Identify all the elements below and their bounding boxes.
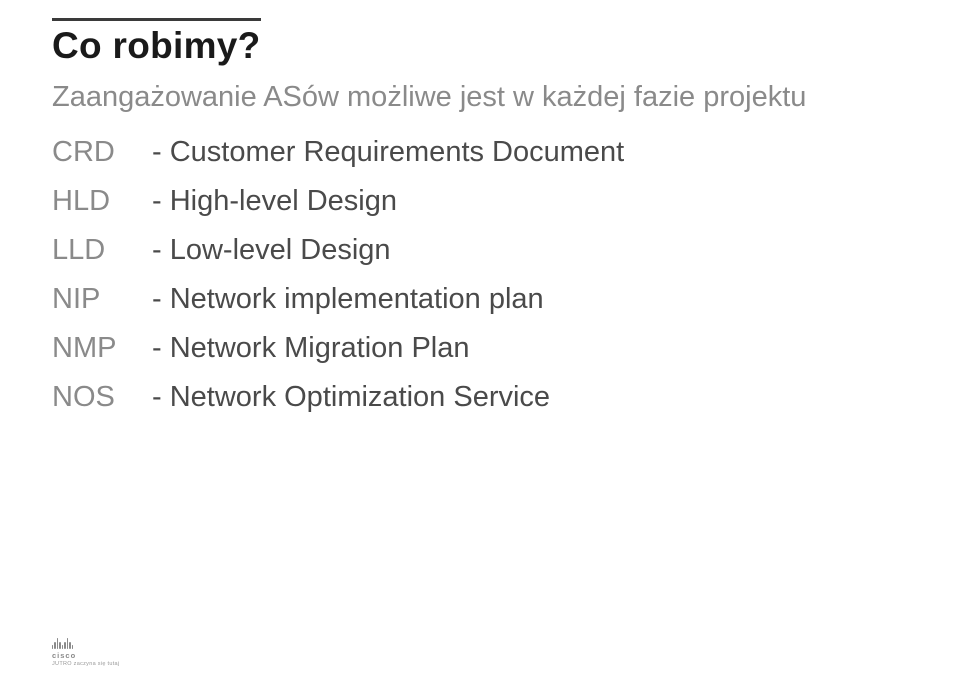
abbr-description: - Network implementation plan <box>152 283 544 316</box>
abbr-description: - High-level Design <box>152 185 397 218</box>
cisco-bridge-icon <box>52 637 73 649</box>
slide-subtitle: Zaangażowanie ASów możliwe jest w każdej… <box>52 81 908 114</box>
slide: Co robimy? Zaangażowanie ASów możliwe je… <box>0 0 960 689</box>
list-item: NMP - Network Migration Plan <box>52 332 908 365</box>
list-item: HLD - High-level Design <box>52 185 908 218</box>
list-item: LLD - Low-level Design <box>52 234 908 267</box>
list-item: NIP - Network implementation plan <box>52 283 908 316</box>
slide-title: Co robimy? <box>52 25 261 67</box>
title-bar: Co robimy? <box>52 18 261 67</box>
list-item: NOS - Network Optimization Service <box>52 381 908 414</box>
abbr-description: - Low-level Design <box>152 234 391 267</box>
abbr-label: LLD <box>52 234 152 267</box>
abbr-label: NIP <box>52 283 152 316</box>
abbr-label: NOS <box>52 381 152 414</box>
abbr-description: - Network Migration Plan <box>152 332 470 365</box>
cisco-wordmark: cisco <box>52 651 76 660</box>
abbr-label: HLD <box>52 185 152 218</box>
abbreviation-list: CRD - Customer Requirements Document HLD… <box>52 136 908 414</box>
footer: cisco JUTRO zaczyna się tutaj <box>52 637 119 667</box>
footer-tagline: JUTRO zaczyna się tutaj <box>52 661 119 667</box>
list-item: CRD - Customer Requirements Document <box>52 136 908 169</box>
abbr-description: - Customer Requirements Document <box>152 136 624 169</box>
abbr-label: CRD <box>52 136 152 169</box>
abbr-description: - Network Optimization Service <box>152 381 550 414</box>
abbr-label: NMP <box>52 332 152 365</box>
